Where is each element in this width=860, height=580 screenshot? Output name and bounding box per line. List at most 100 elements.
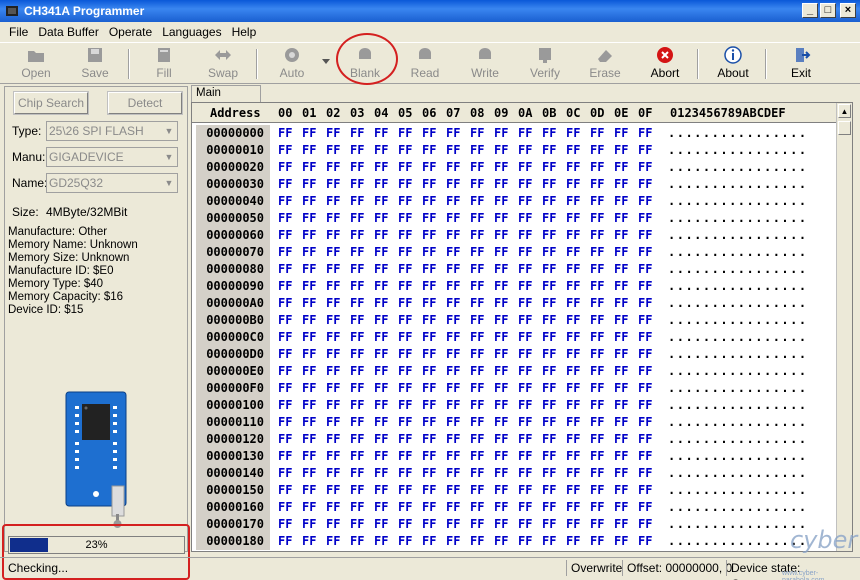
hex-byte[interactable]: FF — [542, 193, 556, 210]
hex-byte[interactable]: FF — [590, 346, 604, 363]
hex-byte[interactable]: FF — [518, 533, 532, 550]
hex-byte[interactable]: FF — [278, 499, 292, 516]
hex-byte[interactable]: FF — [614, 227, 628, 244]
hex-byte[interactable]: FF — [422, 227, 436, 244]
hex-byte[interactable]: FF — [614, 363, 628, 380]
hex-byte[interactable]: FF — [326, 142, 340, 159]
hex-byte[interactable]: FF — [494, 499, 508, 516]
hex-byte[interactable]: FF — [614, 448, 628, 465]
hex-byte[interactable]: FF — [566, 533, 580, 550]
type-select[interactable]: 25\26 SPI FLASH ▼ — [46, 121, 178, 141]
hex-byte[interactable]: FF — [470, 448, 484, 465]
hex-byte[interactable]: FF — [542, 176, 556, 193]
hex-row[interactable]: 000000C0 FF FF FF FF FF FF FF FF FF FF FF FF FF FF FF FF… — [192, 329, 838, 346]
hex-byte[interactable]: FF — [446, 278, 460, 295]
hex-byte[interactable]: FF — [590, 227, 604, 244]
hex-byte[interactable]: FF — [446, 227, 460, 244]
hex-byte[interactable]: FF — [446, 448, 460, 465]
hex-byte[interactable]: FF — [350, 499, 364, 516]
hex-byte[interactable]: FF — [398, 295, 412, 312]
hex-byte[interactable]: FF — [302, 142, 316, 159]
scroll-up-icon[interactable]: ▲ — [838, 104, 851, 118]
hex-byte[interactable]: FF — [446, 244, 460, 261]
hex-byte[interactable]: FF — [326, 499, 340, 516]
hex-row[interactable]: 00000180 FF FF FF FF FF FF FF FF FF FF FF FF FF FF FF FF… — [192, 533, 838, 550]
hex-byte[interactable]: FF — [494, 261, 508, 278]
hex-byte[interactable]: FF — [374, 193, 388, 210]
hex-byte[interactable]: FF — [614, 499, 628, 516]
hex-byte[interactable]: FF — [278, 465, 292, 482]
hex-byte[interactable]: FF — [302, 295, 316, 312]
hex-byte[interactable]: FF — [278, 159, 292, 176]
hex-byte[interactable]: FF — [422, 533, 436, 550]
hex-byte[interactable]: FF — [350, 125, 364, 142]
hex-byte[interactable]: FF — [494, 244, 508, 261]
hex-byte[interactable]: FF — [278, 380, 292, 397]
hex-row[interactable]: 00000160 FF FF FF FF FF FF FF FF FF FF FF FF FF FF FF FF… — [192, 499, 838, 516]
hex-byte[interactable]: FF — [374, 397, 388, 414]
hex-byte[interactable]: FF — [566, 516, 580, 533]
hex-byte[interactable]: FF — [398, 159, 412, 176]
hex-byte[interactable]: FF — [470, 193, 484, 210]
chip-search-button[interactable]: Chip Search — [13, 91, 89, 115]
hex-byte[interactable]: FF — [494, 448, 508, 465]
hex-byte[interactable]: FF — [614, 261, 628, 278]
hex-byte[interactable]: FF — [638, 431, 652, 448]
hex-byte[interactable]: FF — [446, 159, 460, 176]
hex-byte[interactable]: FF — [542, 159, 556, 176]
hex-byte[interactable]: FF — [542, 142, 556, 159]
read-button[interactable]: Read — [395, 43, 455, 85]
hex-byte[interactable]: FF — [422, 414, 436, 431]
hex-row[interactable]: 00000090 FF FF FF FF FF FF FF FF FF FF FF FF FF FF FF FF… — [192, 278, 838, 295]
hex-byte[interactable]: FF — [278, 227, 292, 244]
menu-languages[interactable]: Languages — [157, 25, 226, 39]
hex-byte[interactable]: FF — [470, 329, 484, 346]
hex-byte[interactable]: FF — [446, 482, 460, 499]
hex-byte[interactable]: FF — [542, 227, 556, 244]
hex-byte[interactable]: FF — [470, 397, 484, 414]
hex-byte[interactable]: FF — [446, 414, 460, 431]
hex-byte[interactable]: FF — [302, 278, 316, 295]
hex-byte[interactable]: FF — [374, 227, 388, 244]
hex-byte[interactable]: FF — [398, 329, 412, 346]
hex-byte[interactable]: FF — [614, 431, 628, 448]
hex-byte[interactable]: FF — [638, 363, 652, 380]
hex-byte[interactable]: FF — [638, 176, 652, 193]
hex-byte[interactable]: FF — [590, 295, 604, 312]
hex-byte[interactable]: FF — [278, 431, 292, 448]
hex-byte[interactable]: FF — [326, 193, 340, 210]
hex-byte[interactable]: FF — [302, 244, 316, 261]
hex-byte[interactable]: FF — [518, 482, 532, 499]
hex-byte[interactable]: FF — [566, 380, 580, 397]
hex-byte[interactable]: FF — [470, 210, 484, 227]
hex-byte[interactable]: FF — [566, 448, 580, 465]
hex-byte[interactable]: FF — [302, 431, 316, 448]
hex-row[interactable]: 00000020 FF FF FF FF FF FF FF FF FF FF FF FF FF FF FF FF… — [192, 159, 838, 176]
hex-byte[interactable]: FF — [614, 159, 628, 176]
hex-byte[interactable]: FF — [566, 176, 580, 193]
hex-byte[interactable]: FF — [470, 125, 484, 142]
hex-byte[interactable]: FF — [566, 465, 580, 482]
maximize-button[interactable]: □ — [820, 3, 836, 18]
hex-byte[interactable]: FF — [614, 533, 628, 550]
hex-byte[interactable]: FF — [494, 329, 508, 346]
hex-byte[interactable]: FF — [542, 210, 556, 227]
hex-byte[interactable]: FF — [518, 499, 532, 516]
hex-byte[interactable]: FF — [542, 244, 556, 261]
hex-byte[interactable]: FF — [590, 397, 604, 414]
hex-byte[interactable]: FF — [566, 363, 580, 380]
hex-byte[interactable]: FF — [542, 295, 556, 312]
hex-byte[interactable]: FF — [350, 312, 364, 329]
hex-byte[interactable]: FF — [446, 363, 460, 380]
hex-byte[interactable]: FF — [326, 431, 340, 448]
hex-byte[interactable]: FF — [278, 142, 292, 159]
hex-byte[interactable]: FF — [326, 278, 340, 295]
swap-button[interactable]: Swap — [193, 43, 253, 85]
hex-byte[interactable]: FF — [494, 414, 508, 431]
hex-byte[interactable]: FF — [590, 176, 604, 193]
hex-byte[interactable]: FF — [398, 499, 412, 516]
hex-byte[interactable]: FF — [326, 346, 340, 363]
hex-row[interactable]: 00000150 FF FF FF FF FF FF FF FF FF FF FF FF FF FF FF FF… — [192, 482, 838, 499]
hex-byte[interactable]: FF — [302, 482, 316, 499]
hex-byte[interactable]: FF — [542, 380, 556, 397]
